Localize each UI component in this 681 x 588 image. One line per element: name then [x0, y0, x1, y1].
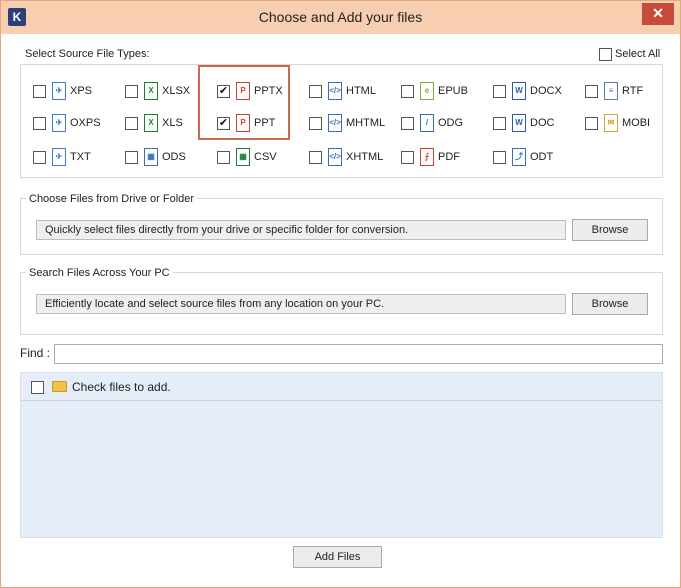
doc-label: DOC: [530, 117, 555, 129]
xlsx-label: XLSX: [162, 85, 191, 97]
doc-file-icon: W: [512, 114, 526, 132]
find-label: Find :: [20, 346, 51, 360]
epub-file-icon: e: [420, 82, 434, 100]
oxps-file-icon: ✈: [52, 114, 66, 132]
rtf-file-icon: ≡: [604, 82, 618, 100]
mhtml-label: MHTML: [346, 117, 386, 129]
dialog-window: K Choose and Add your files ✕ Select Sou…: [0, 0, 681, 588]
xps-checkbox[interactable]: [33, 85, 46, 98]
mobi-file-icon: ✉: [604, 114, 618, 132]
check-all-files-checkbox[interactable]: [31, 381, 44, 394]
title-bar: K Choose and Add your files ✕: [1, 1, 680, 34]
source-types-label: Select Source File Types:: [25, 48, 150, 60]
csv-file-icon: ▦: [236, 148, 250, 166]
epub-label: EPUB: [438, 85, 468, 97]
txt-label: TXT: [70, 151, 91, 163]
pdf-checkbox[interactable]: [401, 151, 414, 164]
drive-browse-button[interactable]: Browse: [572, 219, 648, 241]
select-all-label: Select All: [615, 48, 661, 60]
docx-label: DOCX: [530, 85, 562, 97]
check-files-label: Check files to add.: [72, 380, 171, 394]
window-title: Choose and Add your files: [258, 9, 423, 25]
xls-label: XLS: [162, 117, 183, 129]
files-list-area[interactable]: Check files to add.: [20, 372, 663, 538]
close-button[interactable]: ✕: [642, 3, 674, 25]
drive-description-field: Quickly select files directly from your …: [36, 220, 566, 240]
search-browse-button[interactable]: Browse: [572, 293, 648, 315]
html-label: HTML: [346, 85, 376, 97]
pdf-label: PDF: [438, 151, 460, 163]
select-all-checkbox[interactable]: [599, 48, 612, 61]
search-section-label: Search Files Across Your PC: [26, 267, 173, 279]
ods-file-icon: ▦: [144, 148, 158, 166]
xls-checkbox[interactable]: [125, 117, 138, 130]
odt-label: ODT: [530, 151, 554, 163]
mobi-label: MOBI: [622, 117, 651, 129]
txt-checkbox[interactable]: [33, 151, 46, 164]
xps-file-icon: ✈: [52, 82, 66, 100]
oxps-label: OXPS: [70, 117, 101, 129]
odg-label: ODG: [438, 117, 464, 129]
doc-checkbox[interactable]: [493, 117, 506, 130]
odt-file-icon: ⤴: [512, 148, 526, 166]
xps-label: XPS: [70, 85, 93, 97]
file-types-panel: ✈ XPS X XLSX ✔ P PPTX </> HTML e EPUB W DOCX ≡ RTF ✈ OXP…: [20, 64, 663, 178]
selected-types-highlight: [198, 65, 290, 140]
xls-file-icon: X: [144, 114, 158, 132]
txt-file-icon: ✈: [52, 148, 66, 166]
xhtml-label: XHTML: [346, 151, 384, 163]
drive-section-label: Choose Files from Drive or Folder: [26, 193, 198, 205]
mhtml-checkbox[interactable]: [309, 117, 322, 130]
odt-checkbox[interactable]: [493, 151, 506, 164]
ods-label: ODS: [162, 151, 186, 163]
find-input[interactable]: [54, 344, 663, 364]
oxps-checkbox[interactable]: [33, 117, 46, 130]
html-file-icon: </>: [328, 82, 342, 100]
add-files-button[interactable]: Add Files: [293, 546, 382, 568]
xhtml-file-icon: </>: [328, 148, 342, 166]
csv-label: CSV: [254, 151, 277, 163]
xhtml-checkbox[interactable]: [309, 151, 322, 164]
mhtml-file-icon: </>: [328, 114, 342, 132]
mobi-checkbox[interactable]: [585, 117, 598, 130]
search-description-field: Efficiently locate and select source fil…: [36, 294, 566, 314]
files-list-header: Check files to add.: [21, 373, 662, 401]
docx-file-icon: W: [512, 82, 526, 100]
docx-checkbox[interactable]: [493, 85, 506, 98]
odg-checkbox[interactable]: [401, 117, 414, 130]
pdf-file-icon: ⨍: [420, 148, 434, 166]
folder-icon: [52, 381, 67, 392]
xlsx-checkbox[interactable]: [125, 85, 138, 98]
xlsx-file-icon: X: [144, 82, 158, 100]
ods-checkbox[interactable]: [125, 151, 138, 164]
csv-checkbox[interactable]: [217, 151, 230, 164]
rtf-checkbox[interactable]: [585, 85, 598, 98]
odg-file-icon: /: [420, 114, 434, 132]
epub-checkbox[interactable]: [401, 85, 414, 98]
html-checkbox[interactable]: [309, 85, 322, 98]
rtf-label: RTF: [622, 85, 644, 97]
